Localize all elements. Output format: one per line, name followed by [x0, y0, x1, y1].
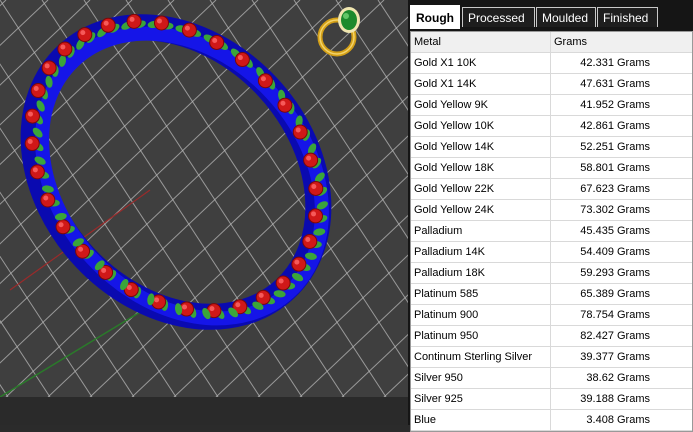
metal-weight-table: Metal Grams Gold X1 10K 42.331 Grams Gold …: [410, 31, 693, 432]
grams-cell: 47.631 Grams: [580, 78, 650, 90]
metal-name-cell: Gold Yellow 22K: [411, 179, 551, 199]
grams-cell: 39.188 Grams: [580, 393, 650, 405]
metal-name-cell: Gold Yellow 10K: [411, 116, 551, 136]
grams-cell: 45.435 Grams: [580, 225, 650, 237]
tab-moulded[interactable]: Moulded: [536, 7, 596, 27]
metal-name-cell: Platinum 585: [411, 284, 551, 304]
grams-cell: 67.623 Grams: [580, 183, 650, 195]
metal-name-cell: Palladium 14K: [411, 242, 551, 262]
ring-thumbnail-icon[interactable]: [317, 7, 360, 57]
table-row[interactable]: Silver 950 38.62 Grams: [411, 368, 692, 389]
metal-name-cell: Gold Yellow 24K: [411, 200, 551, 220]
table-row[interactable]: Gold Yellow 24K 73.302 Grams: [411, 200, 692, 221]
metal-name-cell: Gold X1 10K: [411, 53, 551, 73]
weight-tabs: Rough Processed Moulded Finished: [410, 5, 693, 29]
grams-cell: 58.801 Grams: [580, 162, 650, 174]
metal-name-cell: Blue: [411, 410, 551, 430]
tab-finished[interactable]: Finished: [597, 7, 658, 27]
table-row[interactable]: Gold Yellow 10K 42.861 Grams: [411, 116, 692, 137]
table-row[interactable]: Gold Yellow 22K 67.623 Grams: [411, 179, 692, 200]
column-header-metal[interactable]: Metal: [411, 32, 551, 52]
table-row[interactable]: Gold Yellow 14K 52.251 Grams: [411, 137, 692, 158]
grams-cell: 42.331 Grams: [580, 57, 650, 69]
table-row[interactable]: Platinum 585 65.389 Grams: [411, 284, 692, 305]
grams-cell: 78.754 Grams: [580, 309, 650, 321]
grams-cell: 41.952 Grams: [580, 99, 650, 111]
table-row[interactable]: Palladium 45.435 Grams: [411, 221, 692, 242]
3d-viewport[interactable]: [0, 0, 408, 397]
metal-name-cell: Silver 950: [411, 368, 551, 388]
metal-weight-panel: Rough Processed Moulded Finished Metal G…: [408, 0, 693, 432]
viewport-status-strip: [0, 397, 408, 425]
table-row[interactable]: Palladium 18K 59.293 Grams: [411, 263, 692, 284]
grams-cell: 3.408 Grams: [586, 414, 650, 426]
table-row[interactable]: Silver 925 39.188 Grams: [411, 389, 692, 410]
metal-name-cell: Gold X1 14K: [411, 74, 551, 94]
metal-name-cell: Gold Yellow 9K: [411, 95, 551, 115]
table-row[interactable]: Gold Yellow 18K 58.801 Grams: [411, 158, 692, 179]
tab-rough[interactable]: Rough: [410, 5, 460, 29]
grams-cell: 42.861 Grams: [580, 120, 650, 132]
metal-name-cell: Gold Yellow 18K: [411, 158, 551, 178]
table-row[interactable]: Gold X1 14K 47.631 Grams: [411, 74, 692, 95]
table-row[interactable]: Platinum 900 78.754 Grams: [411, 305, 692, 326]
grams-cell: 52.251 Grams: [580, 141, 650, 153]
metal-name-cell: Platinum 900: [411, 305, 551, 325]
grams-cell: 54.409 Grams: [580, 246, 650, 258]
metal-name-cell: Continum Sterling Silver: [411, 347, 551, 367]
table-row[interactable]: Blue 3.408 Grams: [411, 410, 692, 431]
bangle-model[interactable]: [0, 0, 379, 375]
table-row[interactable]: Gold X1 10K 42.331 Grams: [411, 53, 692, 74]
tab-processed[interactable]: Processed: [462, 7, 535, 27]
grams-cell: 39.377 Grams: [580, 351, 650, 363]
metal-name-cell: Gold Yellow 14K: [411, 137, 551, 157]
grams-cell: 82.427 Grams: [580, 330, 650, 342]
metal-name-cell: Platinum 950: [411, 326, 551, 346]
viewport-canvas[interactable]: [0, 0, 408, 397]
table-row[interactable]: Continum Sterling Silver 39.377 Grams: [411, 347, 692, 368]
ring-gem-icon: [341, 10, 357, 30]
grams-cell: 38.62 Grams: [586, 372, 650, 384]
table-header: Metal Grams: [411, 32, 692, 53]
metal-name-cell: Palladium 18K: [411, 263, 551, 283]
grams-cell: 73.302 Grams: [580, 204, 650, 216]
metal-name-cell: Silver 925: [411, 389, 551, 409]
table-row[interactable]: Palladium 14K 54.409 Grams: [411, 242, 692, 263]
table-row[interactable]: Platinum 950 82.427 Grams: [411, 326, 692, 347]
grams-cell: 65.389 Grams: [580, 288, 650, 300]
metal-name-cell: Palladium: [411, 221, 551, 241]
table-row[interactable]: Gold Yellow 9K 41.952 Grams: [411, 95, 692, 116]
column-header-grams[interactable]: Grams: [551, 32, 692, 52]
grams-cell: 59.293 Grams: [580, 267, 650, 279]
